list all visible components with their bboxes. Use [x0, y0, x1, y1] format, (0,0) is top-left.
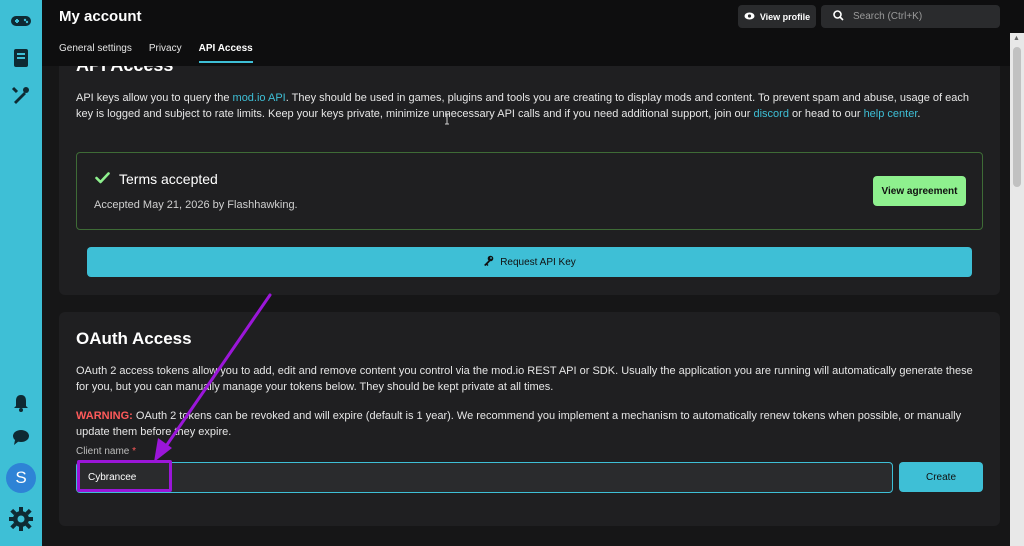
games-icon[interactable] — [9, 9, 33, 33]
page-title: My account — [59, 8, 142, 25]
oauth-warning: WARNING: OAuth 2 tokens can be revoked a… — [76, 408, 986, 440]
request-api-key-button[interactable]: Request API Key — [87, 247, 972, 277]
tools-icon[interactable] — [9, 83, 33, 107]
create-button[interactable]: Create — [899, 462, 983, 492]
client-name-label-text: Client name — [76, 446, 130, 457]
warning-text: OAuth 2 tokens can be revoked and will e… — [76, 410, 962, 438]
oauth-description: OAuth 2 access tokens allow you to add, … — [76, 365, 973, 393]
chat-icon[interactable] — [9, 425, 33, 449]
api-text-4: . — [917, 108, 921, 120]
view-profile-button[interactable]: View profile — [738, 5, 816, 28]
check-icon — [95, 171, 110, 187]
avatar-letter: S — [15, 468, 27, 487]
scroll-up-arrow-icon[interactable]: ▲ — [1013, 35, 1020, 42]
tab-bar: General settings Privacy API Access — [59, 43, 253, 63]
api-text-3: or head to our — [788, 108, 864, 120]
search-box[interactable] — [821, 5, 1000, 28]
key-icon — [483, 255, 494, 269]
page-scrollbar[interactable]: ▲ — [1010, 33, 1024, 546]
oauth-title: OAuth Access — [76, 329, 192, 348]
terms-title-row: Terms accepted — [95, 171, 218, 187]
required-mark: * — [132, 446, 137, 457]
api-access-title: API Access — [76, 66, 173, 76]
tab-general-settings[interactable]: General settings — [59, 43, 132, 63]
tab-privacy[interactable]: Privacy — [149, 43, 182, 63]
sidebar: S — [0, 0, 42, 546]
eye-icon — [744, 12, 755, 22]
bell-icon[interactable] — [9, 391, 33, 415]
api-access-card: API Access API keys allow you to query t… — [59, 66, 1000, 295]
scroll-thumb[interactable] — [1013, 47, 1021, 187]
book-icon[interactable] — [9, 46, 33, 70]
terms-accepted-date: Accepted May 21, 2026 by Flashhawking. — [94, 199, 298, 211]
api-text-1: API keys allow you to query the — [76, 92, 233, 104]
view-profile-label: View profile — [759, 11, 811, 22]
request-api-key-label: Request API Key — [500, 256, 576, 268]
oauth-access-card: OAuth Access OAuth 2 access tokens allow… — [59, 312, 1000, 526]
client-name-label: Client name * — [76, 446, 136, 457]
terms-box: Terms accepted Accepted May 21, 2026 by … — [76, 152, 983, 230]
api-description: API keys allow you to query the mod.io A… — [76, 90, 981, 122]
view-agreement-button[interactable]: View agreement — [873, 176, 966, 206]
warning-label: WARNING: — [76, 410, 133, 422]
mod-io-api-link[interactable]: mod.io API — [233, 92, 286, 104]
text-cursor-icon — [444, 112, 450, 130]
client-name-input[interactable] — [76, 462, 893, 493]
gear-icon[interactable] — [9, 507, 33, 531]
search-icon — [833, 8, 844, 26]
terms-title: Terms accepted — [119, 171, 218, 187]
search-input[interactable] — [853, 11, 993, 22]
discord-link[interactable]: discord — [753, 108, 788, 120]
header: My account View profile General settings… — [42, 0, 1024, 66]
help-center-link[interactable]: help center — [864, 108, 918, 120]
avatar[interactable]: S — [6, 463, 36, 493]
tab-api-access[interactable]: API Access — [198, 43, 253, 63]
